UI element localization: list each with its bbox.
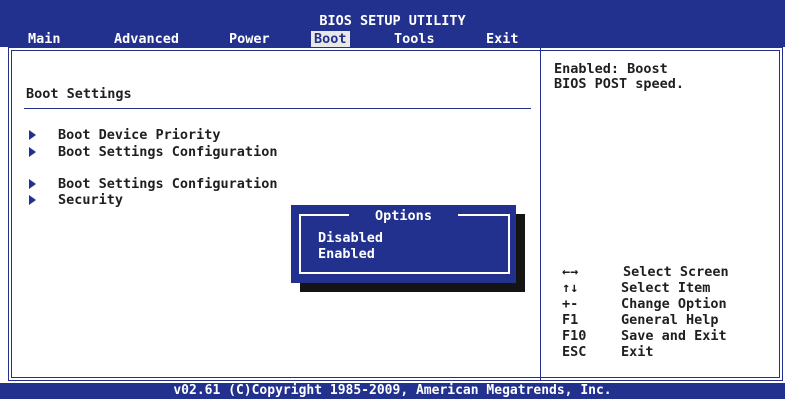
menu-tools[interactable]: Tools xyxy=(391,31,438,47)
legend-general-help: General Help xyxy=(621,312,719,328)
legend-select-item: Select Item xyxy=(621,280,711,296)
legend-exit: Exit xyxy=(621,344,654,360)
legend-key-esc: ESC xyxy=(562,344,587,360)
copyright-footer: v02.61 (C)Copyright 1985-2009, American … xyxy=(0,383,785,399)
option-enabled[interactable]: Enabled xyxy=(318,246,375,262)
options-popup: Options Disabled Enabled xyxy=(291,205,516,283)
arrow-right-icon xyxy=(29,130,36,140)
legend-key-f1: F1 xyxy=(562,312,579,328)
menu-main[interactable]: Main xyxy=(25,31,64,47)
left-right-arrows-icon: ←→ xyxy=(562,264,579,280)
menu-bar: Main Advanced Power Boot Tools Exit xyxy=(0,31,785,47)
utility-title: BIOS SETUP UTILITY xyxy=(319,13,466,29)
menu-advanced[interactable]: Advanced xyxy=(111,31,182,47)
menu-boot[interactable]: Boot xyxy=(311,31,350,47)
help-text-line-1: Enabled: Boost xyxy=(554,61,668,77)
submenu-boot-settings-configuration[interactable]: Boot Settings Configuration xyxy=(58,144,277,160)
up-down-arrows-icon: ↑↓ xyxy=(562,280,579,296)
title-bar: BIOS SETUP UTILITY Main Advanced Power B… xyxy=(0,0,785,47)
menu-exit[interactable]: Exit xyxy=(483,31,522,47)
submenu-boot-settings-configuration-2[interactable]: Boot Settings Configuration xyxy=(58,176,277,192)
menu-power[interactable]: Power xyxy=(226,31,273,47)
options-popup-title: Options xyxy=(375,208,432,224)
help-divider xyxy=(540,47,541,381)
submenu-boot-device-priority[interactable]: Boot Device Priority xyxy=(58,127,221,143)
section-separator xyxy=(24,108,531,109)
legend-save-and-exit: Save and Exit xyxy=(621,328,727,344)
option-disabled[interactable]: Disabled xyxy=(318,230,383,246)
legend-key-f10: F10 xyxy=(562,328,587,344)
arrow-right-icon xyxy=(29,195,36,205)
arrow-right-icon xyxy=(29,179,36,189)
boot-booster-label[interactable]: Boot Booster xyxy=(26,69,124,85)
help-text-line-2: BIOS POST speed. xyxy=(554,76,685,92)
legend-change-option: Change Option xyxy=(621,296,727,312)
arrow-right-icon xyxy=(29,147,36,157)
legend-key-plus-minus: +- xyxy=(562,296,579,312)
boot-booster-value[interactable]: [Disabled] xyxy=(342,69,423,85)
boot-settings-heading: Boot Settings xyxy=(26,86,132,102)
legend-select-screen: Select Screen xyxy=(623,264,729,280)
submenu-security[interactable]: Security xyxy=(58,192,123,208)
